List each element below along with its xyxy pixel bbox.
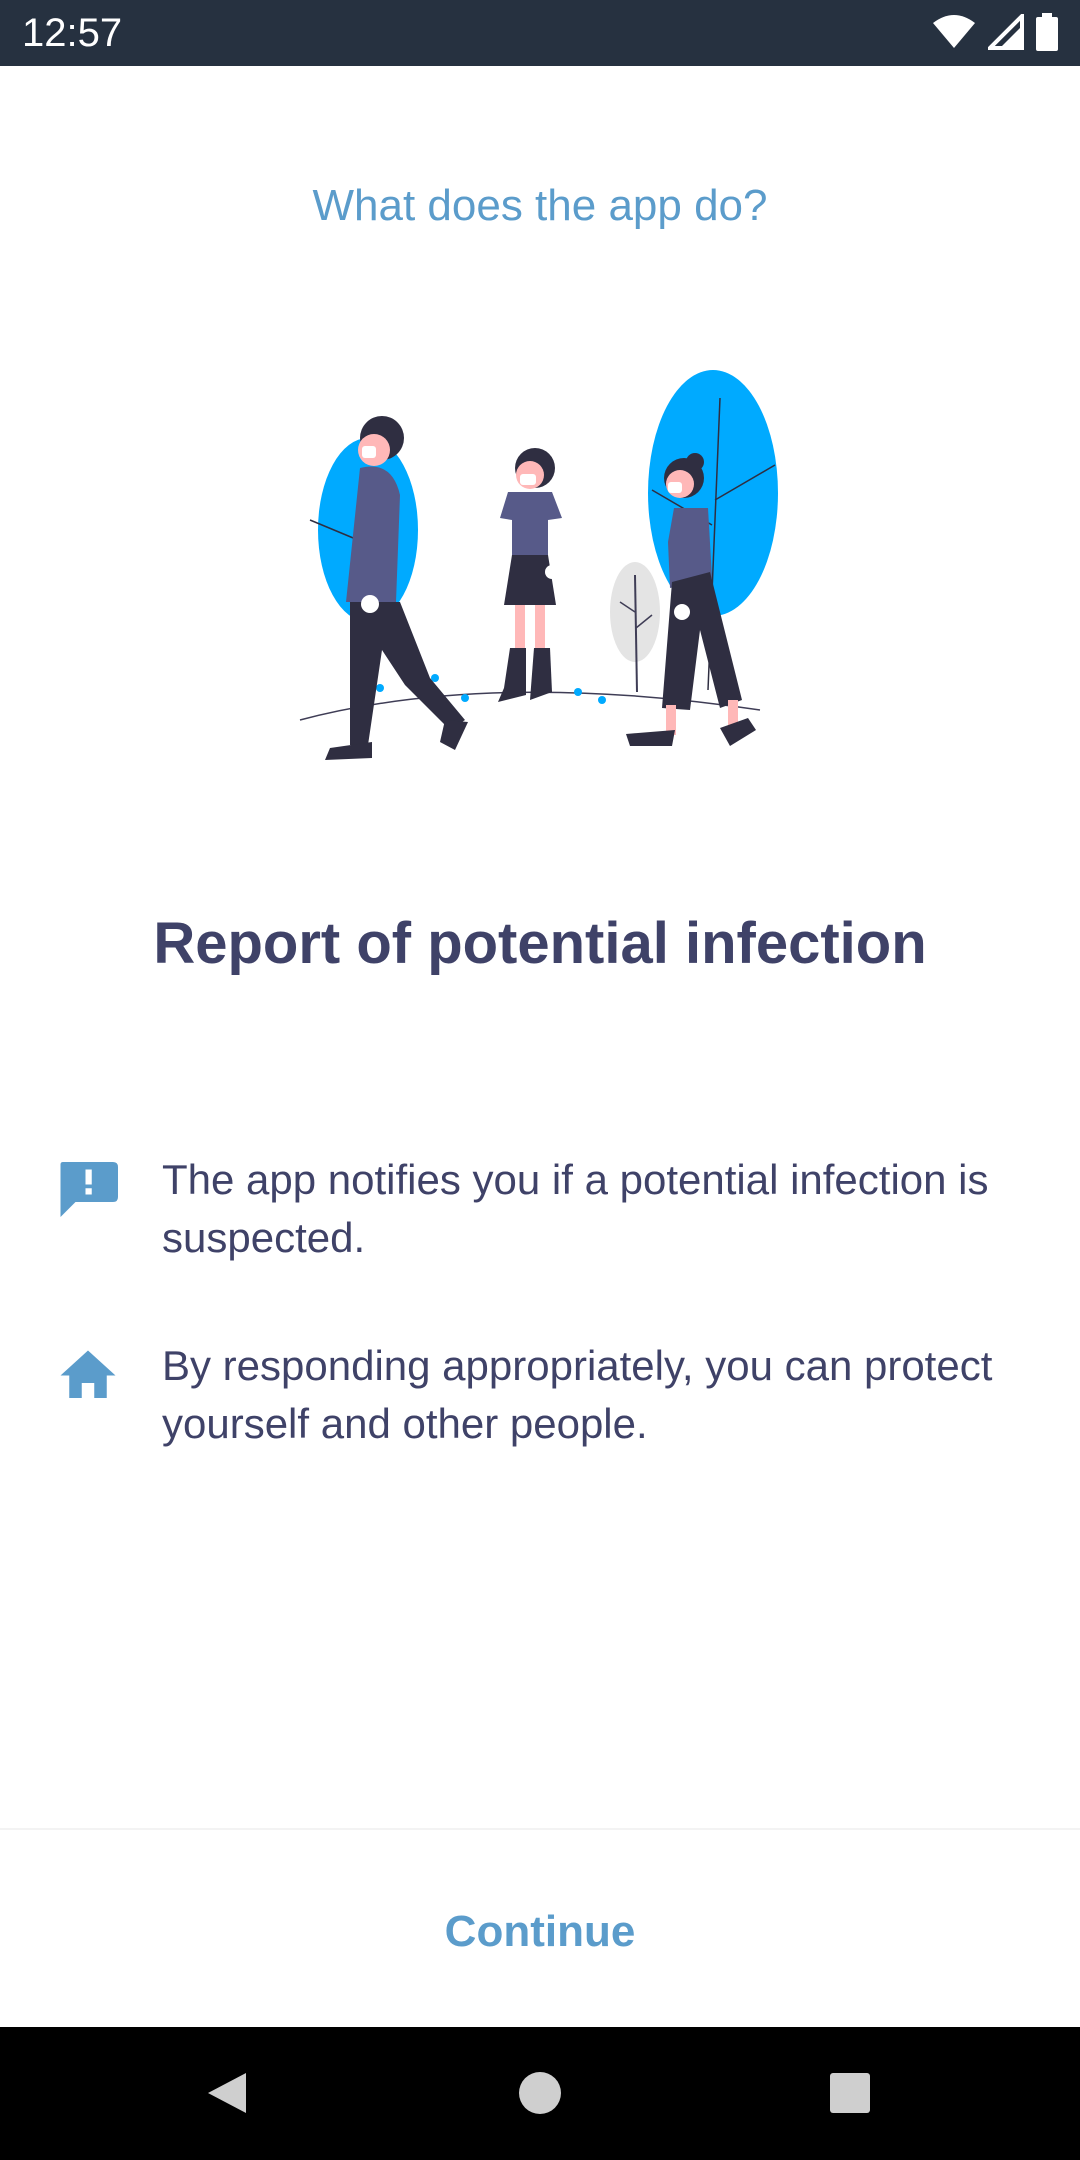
onboarding-subtitle: What does the app do? [312,181,768,230]
feature-text: By responding appropriately, you can pro… [162,1342,993,1447]
onboarding-title: Report of potential infection [153,911,927,976]
home-circle-icon[interactable] [510,2063,570,2123]
people-walking-illustration [299,370,778,760]
battery-icon [1036,13,1058,51]
cell-signal-icon [988,14,1024,50]
divider [0,1828,1080,1830]
wifi-icon [933,15,975,48]
continue-button[interactable]: Continue [340,1892,740,1972]
back-icon[interactable] [196,2063,256,2123]
recents-icon[interactable] [820,2063,880,2123]
status-bar: 12:57 [0,0,1080,66]
navigation-bar [0,2027,1080,2160]
home-icon [60,1350,116,1398]
status-time: 12:57 [22,11,123,55]
message-alert-icon [60,1162,118,1217]
feature-text: The app notifies you if a potential infe… [162,1156,989,1261]
status-icons [932,12,1058,52]
